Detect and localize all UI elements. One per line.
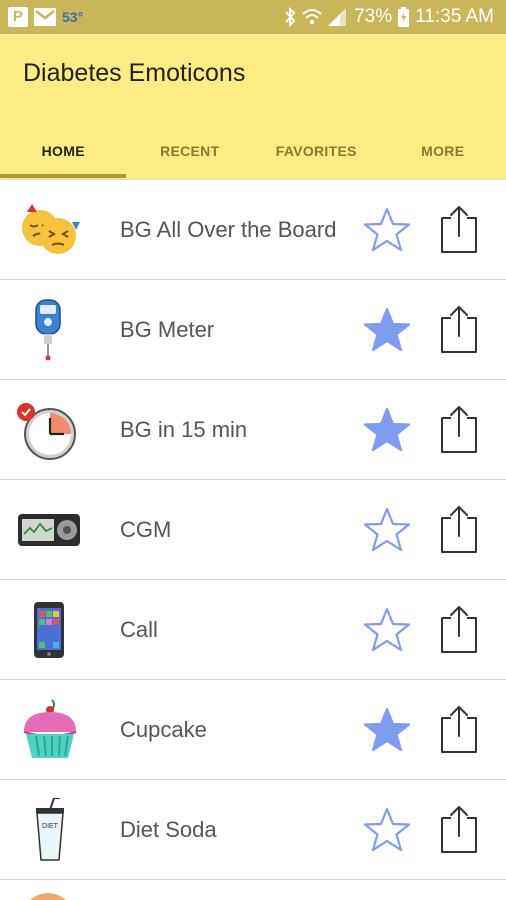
svg-text:DIET: DIET	[42, 823, 59, 830]
share-icon[interactable]	[436, 204, 482, 256]
star-outline-icon[interactable]	[362, 606, 412, 654]
clock-text: 11:35 AM	[415, 6, 494, 27]
battery-percent: 73%	[354, 6, 393, 27]
parking-icon: P	[8, 7, 28, 27]
star-outline-icon[interactable]	[362, 806, 412, 854]
share-icon[interactable]	[436, 804, 482, 856]
tab-more[interactable]: MORE	[380, 124, 506, 178]
star-outline-icon[interactable]	[362, 206, 412, 254]
list-item[interactable]: Call	[0, 580, 506, 680]
star-outline-icon[interactable]	[362, 506, 412, 554]
item-label: CGM	[120, 517, 172, 542]
status-bar: P 53° 73% 11:35 AM	[0, 0, 506, 34]
share-icon[interactable]	[436, 604, 482, 656]
cgm-device-icon	[18, 514, 80, 546]
tab-home[interactable]: HOME	[0, 124, 127, 178]
item-label: Cupcake	[120, 717, 207, 742]
item-label: Call	[120, 617, 158, 642]
item-label: BG All Over the Board	[120, 217, 337, 242]
phone-icon	[34, 602, 64, 658]
app-title: Diabetes Emoticons	[23, 59, 246, 87]
glucose-meter-icon	[35, 299, 61, 361]
cupcake-icon	[23, 699, 77, 758]
tab-recent[interactable]: RECENT	[127, 124, 254, 178]
battery-charging-icon	[398, 7, 410, 27]
tab-favorites[interactable]: FAVORITES	[253, 124, 380, 178]
tab-bar: HOME RECENT FAVORITES MORE	[0, 124, 506, 178]
app-bar: Diabetes Emoticons HOME RECENT FAVORITES…	[0, 34, 506, 179]
item-label: Diet Soda	[120, 817, 217, 842]
share-icon[interactable]	[436, 504, 482, 556]
list-item[interactable]: BG All Over the Board	[0, 180, 506, 280]
share-icon[interactable]	[436, 704, 482, 756]
star-filled-icon[interactable]	[362, 406, 412, 454]
share-icon[interactable]	[436, 304, 482, 356]
bluetooth-icon	[285, 7, 296, 27]
list-item[interactable]: DIET Diet Soda	[0, 780, 506, 880]
status-left: P 53°	[8, 6, 83, 28]
star-filled-icon[interactable]	[362, 306, 412, 354]
signal-icon	[328, 8, 347, 26]
emoticon-list: BG All Over the Board BG Meter BG in 15 …	[0, 180, 506, 880]
list-item[interactable]: BG Meter	[0, 280, 506, 380]
item-label: BG in 15 min	[120, 417, 248, 442]
item-label: BG Meter	[120, 317, 215, 342]
partial-list-item-icon	[30, 893, 66, 900]
status-right: 73% 11:35 AM	[284, 5, 494, 29]
list-item[interactable]: CGM	[0, 480, 506, 580]
list-item[interactable]: Cupcake	[0, 680, 506, 780]
temperature-text: 53°	[62, 9, 84, 25]
wifi-icon	[302, 9, 322, 25]
diet-soda-icon: DIET	[36, 798, 64, 861]
list-item[interactable]: BG in 15 min	[0, 380, 506, 480]
mail-icon	[34, 8, 56, 26]
clock-icon	[17, 403, 76, 460]
share-icon[interactable]	[436, 404, 482, 456]
star-filled-icon[interactable]	[362, 706, 412, 754]
two-faces-icon	[22, 204, 80, 254]
